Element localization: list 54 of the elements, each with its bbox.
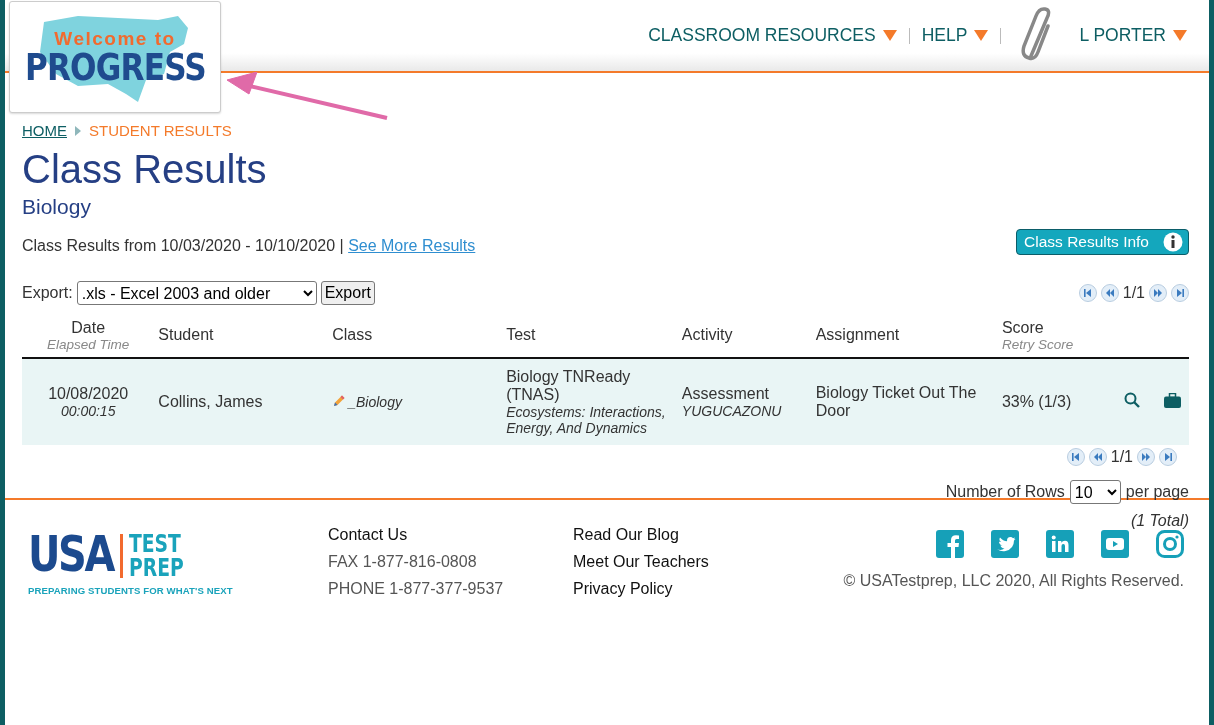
caret-icon (1173, 30, 1187, 41)
activity-cell: Assessment YUGUCAZONU (677, 358, 812, 445)
date-range-text: Class Results from 10/03/2020 - 10/10/2020 | See More Results (22, 237, 476, 255)
caret-icon (974, 30, 989, 41)
page-count: 1/1 (1110, 448, 1133, 466)
caret-icon (882, 30, 897, 41)
rows-suffix: per page (1125, 483, 1189, 501)
export-format-select[interactable]: .xls - Excel 2003 and older (76, 281, 317, 305)
assignment-cell: Biology Ticket Out The Door (811, 358, 998, 445)
chevron-icon (75, 125, 81, 136)
class-name: _Biology (348, 394, 402, 410)
nav-menu[interactable]: HELP (921, 25, 989, 46)
nav-menu[interactable]: CLASSROOM RESOURCES (648, 25, 897, 46)
contact-link[interactable]: Contact Us (328, 526, 573, 544)
contact-text: PHONE 1-877-377-9537 (328, 580, 505, 598)
youtube-icon[interactable] (1101, 530, 1129, 558)
page-count: 1/1 (1122, 284, 1145, 302)
rows-label: Number of Rows (945, 483, 1065, 501)
contact-text: FAX 1-877-816-0808 (328, 553, 478, 571)
copyright-text: © USATestprep, LLC 2020, All Rights Reserved. (843, 572, 1184, 590)
footer-link[interactable]: Meet Our Teachers (573, 553, 818, 571)
export-button[interactable]: Export (320, 281, 375, 305)
test-cell: Biology TNReady (TNAS) Ecosystems: Interactions, Energy, And Dynamics (502, 358, 678, 445)
info-icon (1163, 232, 1183, 252)
twitter-icon[interactable] (991, 530, 1019, 558)
see-more-results-link[interactable]: See More Results (348, 237, 476, 254)
page-title: Class Results (22, 146, 268, 193)
next-page-icon[interactable] (1137, 448, 1155, 466)
score-cell: 33% (1/3) (997, 358, 1120, 445)
first-page-icon[interactable] (1066, 448, 1085, 466)
breadcrumb-link[interactable]: HOME (22, 122, 67, 139)
last-page-icon[interactable] (1159, 448, 1177, 466)
pencil-icon (332, 394, 347, 408)
previous-page-icon[interactable] (1088, 448, 1107, 466)
rows-per-page-select[interactable]: 10 (1069, 480, 1121, 504)
date-cell: 10/08/2020 00:00:15 (22, 358, 155, 445)
facebook-icon[interactable] (936, 530, 964, 558)
last-page-icon[interactable] (1171, 284, 1189, 302)
previous-page-icon[interactable] (1100, 284, 1119, 302)
student-cell: Collins, James (154, 358, 329, 445)
briefcase-icon[interactable] (1164, 393, 1181, 408)
search-icon[interactable] (1124, 392, 1140, 408)
linkedin-icon[interactable] (1046, 530, 1074, 558)
footer-link[interactable]: Read Our Blog (573, 526, 818, 544)
logo-text: Welcome to (53, 28, 177, 48)
footer-link[interactable]: Privacy Policy (573, 580, 818, 598)
first-page-icon[interactable] (1078, 284, 1097, 302)
export-label: Export: (22, 284, 73, 302)
next-page-icon[interactable] (1149, 284, 1167, 302)
class-subtitle: Biology (22, 195, 92, 219)
breadcrumb-current: STUDENT RESULTS (89, 122, 232, 139)
instagram-icon[interactable] (1156, 530, 1184, 558)
total-count: (1 Total) (1130, 512, 1189, 530)
user-menu[interactable]: L PORTER (1079, 25, 1187, 46)
